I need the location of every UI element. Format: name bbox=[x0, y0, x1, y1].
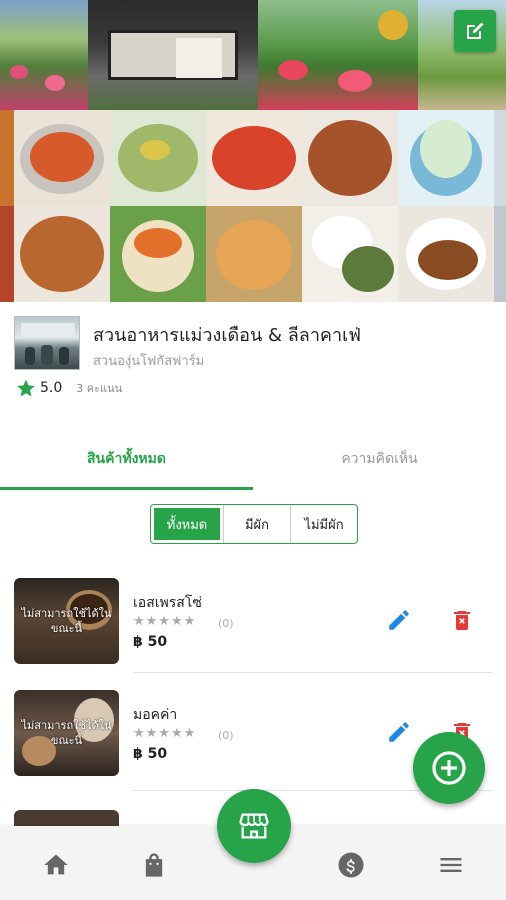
product-price: ฿ 50 bbox=[133, 746, 168, 762]
nav-finance[interactable] bbox=[336, 850, 366, 880]
product-name: เอสเพรสโซ่ bbox=[133, 595, 202, 611]
food-photo bbox=[110, 206, 206, 302]
product-review-count: (0) bbox=[218, 617, 234, 630]
filter-with-vegetables[interactable]: มีผัก bbox=[223, 505, 290, 543]
food-photo bbox=[0, 206, 14, 302]
app-screen: สวนอาหารแม่วงเดือน & ลีลาคาเฟ่ สวนองุ่นโ… bbox=[0, 0, 506, 900]
tab-all-products[interactable]: สินค้าทั้งหมด bbox=[0, 446, 253, 490]
edit-cover-button[interactable] bbox=[454, 10, 496, 52]
edit-square-icon bbox=[467, 22, 484, 39]
shop-logo bbox=[14, 316, 80, 370]
tab-reviews[interactable]: ความคิดเห็น bbox=[253, 446, 506, 490]
food-photo bbox=[398, 206, 494, 302]
product-name: มอคค่า bbox=[133, 707, 178, 723]
item-divider bbox=[133, 672, 493, 673]
shopping-bag-icon bbox=[145, 853, 163, 877]
food-photo bbox=[302, 206, 398, 302]
product-image: ไม่สามารถใช้ได้ในขณะนี้ bbox=[14, 690, 119, 776]
pencil-icon[interactable] bbox=[386, 719, 412, 745]
star-icon bbox=[17, 379, 35, 397]
add-circle-icon bbox=[432, 751, 466, 785]
image-unavailable-text: ไม่สามารถใช้ได้ในขณะนี้ bbox=[21, 719, 112, 747]
filter-all[interactable]: ทั้งหมด bbox=[151, 505, 224, 543]
delete-icon[interactable] bbox=[450, 607, 474, 633]
shop-rating: 5.0 3 คะแนน bbox=[16, 378, 122, 398]
tab-label: สินค้าทั้งหมด bbox=[87, 451, 166, 467]
food-photo bbox=[206, 110, 302, 206]
food-photo bbox=[494, 110, 506, 206]
cover-photo-garden bbox=[0, 0, 88, 110]
image-unavailable-text: ไม่สามารถใช้ได้ในขณะนี้ bbox=[21, 607, 112, 635]
product-stars: ★★★★★ bbox=[133, 726, 197, 741]
product-image: ไม่สามารถใช้ได้ในขณะนี้ bbox=[14, 578, 119, 664]
product-image bbox=[14, 810, 119, 826]
nav-store-button[interactable] bbox=[217, 789, 291, 863]
cover-photo-flowers bbox=[258, 0, 418, 110]
storefront-icon bbox=[239, 813, 269, 839]
food-photo bbox=[14, 110, 110, 206]
product-review-count: (0) bbox=[218, 729, 234, 742]
vegetable-filter: ทั้งหมด มีผัก ไม่มีผัก bbox=[150, 504, 358, 544]
shop-subtitle: สวนองุ่นโฟกัสฟาร์ม bbox=[93, 354, 205, 369]
rating-count: 3 คะแนน bbox=[76, 382, 123, 395]
food-photo bbox=[206, 206, 302, 302]
active-tab-indicator bbox=[0, 487, 253, 490]
product-price: ฿ 50 bbox=[133, 634, 168, 650]
food-photo bbox=[494, 206, 506, 302]
nav-menu[interactable] bbox=[436, 850, 466, 880]
cover-photo-collage bbox=[0, 0, 506, 302]
shop-name: สวนอาหารแม่วงเดือน & ลีลาคาเฟ่ bbox=[93, 325, 361, 346]
food-photo bbox=[398, 110, 494, 206]
cover-photo-building bbox=[88, 0, 258, 110]
dollar-icon bbox=[338, 852, 364, 878]
food-photo bbox=[302, 110, 398, 206]
home-icon bbox=[44, 854, 68, 875]
product-stars: ★★★★★ bbox=[133, 614, 197, 629]
food-photo bbox=[0, 110, 14, 206]
filter-without-vegetables[interactable]: ไม่มีผัก bbox=[290, 505, 357, 543]
add-product-button[interactable] bbox=[413, 732, 485, 804]
tab-label: ความคิดเห็น bbox=[341, 451, 418, 467]
nav-orders[interactable] bbox=[139, 850, 169, 880]
food-photo bbox=[14, 206, 110, 302]
food-photo bbox=[110, 110, 206, 206]
product-item[interactable]: ไม่สามารถใช้ได้ในขณะนี้ เอสเพรสโซ่ ★★★★★… bbox=[0, 570, 506, 680]
nav-home[interactable] bbox=[41, 850, 71, 880]
rating-score: 5.0 bbox=[40, 380, 63, 396]
menu-icon bbox=[440, 858, 462, 872]
pencil-icon[interactable] bbox=[386, 607, 412, 633]
